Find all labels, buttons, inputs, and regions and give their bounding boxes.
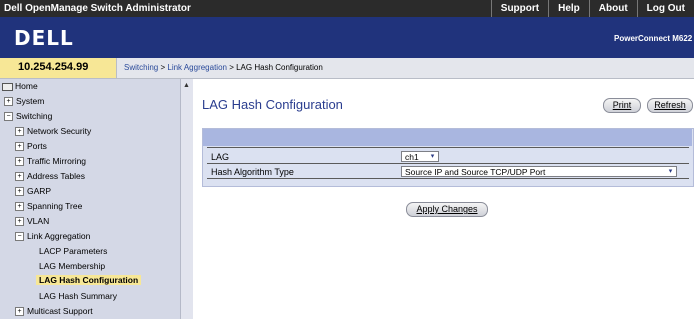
- sidebar-item-label: Traffic Mirroring: [27, 156, 87, 166]
- expand-icon[interactable]: +: [15, 202, 24, 212]
- sidebar-item-label: Spanning Tree: [27, 201, 83, 211]
- lag-select-value: ch1: [405, 152, 419, 162]
- breadcrumb-current: LAG Hash Configuration: [236, 63, 323, 72]
- sidebar-item-label: Link Aggregation: [27, 231, 91, 241]
- sidebar-item-garp[interactable]: + GARP: [15, 186, 52, 197]
- sidebar-item-network-security[interactable]: + Network Security: [15, 126, 92, 137]
- ip-address-box: 10.254.254.99: [0, 58, 117, 78]
- hash-algorithm-select[interactable]: Source IP and Source TCP/UDP Port ▾: [401, 166, 677, 177]
- app-title: Dell OpenManage Switch Administrator: [4, 3, 191, 14]
- expand-icon[interactable]: +: [15, 187, 24, 197]
- sidebar-item-lacp-parameters[interactable]: LACP Parameters: [39, 246, 107, 256]
- top-bar: Dell OpenManage Switch Administrator Sup…: [0, 0, 694, 17]
- home-icon: [2, 82, 13, 91]
- sidebar-item-label: LACP Parameters: [39, 246, 108, 256]
- expand-icon[interactable]: +: [15, 307, 24, 317]
- logout-link[interactable]: Log Out: [636, 0, 694, 17]
- sidebar-item-label: VLAN: [27, 216, 50, 226]
- row-divider: [207, 163, 689, 164]
- expand-icon[interactable]: +: [15, 172, 24, 182]
- refresh-button[interactable]: Refresh: [647, 98, 693, 113]
- expand-icon[interactable]: +: [15, 127, 24, 137]
- sidebar-item-label: Ports: [27, 141, 47, 151]
- sidebar-item-lag-hash-configuration[interactable]: LAG Hash Configuration: [36, 275, 142, 285]
- expand-icon[interactable]: +: [15, 217, 24, 227]
- sidebar-item-label: Address Tables: [27, 171, 85, 181]
- breadcrumb-link-aggregation[interactable]: Link Aggregation: [167, 63, 227, 72]
- apply-changes-button[interactable]: Apply Changes: [406, 202, 488, 217]
- sidebar-item-address-tables[interactable]: + Address Tables: [15, 171, 85, 182]
- scroll-up-icon[interactable]: ▲: [183, 82, 190, 89]
- chevron-down-icon[interactable]: ▾: [666, 168, 675, 175]
- sidebar-item-label: Network Security: [27, 126, 92, 136]
- sidebar-item-label: Switching: [16, 111, 53, 121]
- breadcrumb-separator: >: [158, 63, 168, 72]
- dell-logo: DELL: [14, 26, 74, 50]
- support-link[interactable]: Support: [490, 0, 548, 17]
- sidebar-item-home[interactable]: Home: [2, 81, 38, 91]
- header-banner: DELL PowerConnect M6220: [0, 17, 694, 58]
- breadcrumb-separator: >: [226, 63, 237, 72]
- sidebar-item-spanning-tree[interactable]: + Spanning Tree: [15, 201, 83, 212]
- sidebar-item-multicast-support[interactable]: + Multicast Support: [15, 306, 93, 317]
- sidebar-item-label: LAG Hash Summary: [39, 291, 117, 301]
- sidebar-item-lag-hash-summary[interactable]: LAG Hash Summary: [39, 291, 117, 301]
- sidebar-scrollbar[interactable]: ▲: [180, 79, 193, 319]
- expand-icon[interactable]: +: [15, 142, 24, 152]
- breadcrumb-switching[interactable]: Switching: [124, 63, 158, 72]
- print-button[interactable]: Print: [603, 98, 641, 113]
- sidebar-item-label: Home: [15, 81, 38, 91]
- sidebar-item-ports[interactable]: + Ports: [15, 141, 47, 152]
- row-divider: [207, 178, 689, 179]
- product-name: PowerConnect M6220: [614, 34, 692, 43]
- collapse-icon[interactable]: −: [4, 112, 13, 122]
- collapse-icon[interactable]: −: [15, 232, 24, 242]
- sidebar-item-label: LAG Hash Configuration: [39, 275, 139, 285]
- sidebar-item-switching[interactable]: − Switching: [4, 111, 53, 122]
- sidebar-item-label: System: [16, 96, 45, 106]
- sidebar-item-label: LAG Membership: [39, 261, 106, 271]
- about-link[interactable]: About: [588, 0, 637, 17]
- expand-icon[interactable]: +: [4, 97, 13, 107]
- top-links: Support Help About Log Out: [490, 0, 694, 17]
- lag-label: LAG: [211, 152, 230, 162]
- sidebar-item-vlan[interactable]: + VLAN: [15, 216, 50, 227]
- sidebar-item-link-aggregation[interactable]: − Link Aggregation: [15, 231, 91, 242]
- config-panel-header: [203, 129, 692, 146]
- page-title: LAG Hash Configuration: [202, 97, 343, 112]
- sidebar-item-system[interactable]: + System: [4, 96, 45, 107]
- lag-select[interactable]: ch1 ▾: [401, 151, 439, 162]
- sidebar-item-label: Multicast Support: [27, 306, 93, 316]
- expand-icon[interactable]: +: [15, 157, 24, 167]
- sidebar-item-traffic-mirroring[interactable]: + Traffic Mirroring: [15, 156, 87, 167]
- hash-algorithm-select-value: Source IP and Source TCP/UDP Port: [405, 167, 546, 177]
- chevron-down-icon[interactable]: ▾: [428, 153, 437, 160]
- sidebar-item-label: GARP: [27, 186, 52, 196]
- sidebar-item-lag-membership[interactable]: LAG Membership: [39, 261, 105, 271]
- row-divider: [207, 147, 689, 148]
- hash-algorithm-label: Hash Algorithm Type: [211, 167, 294, 177]
- ip-address: 10.254.254.99: [18, 61, 89, 73]
- help-link[interactable]: Help: [548, 0, 589, 17]
- breadcrumb: Switching > Link Aggregation > LAG Hash …: [124, 63, 323, 72]
